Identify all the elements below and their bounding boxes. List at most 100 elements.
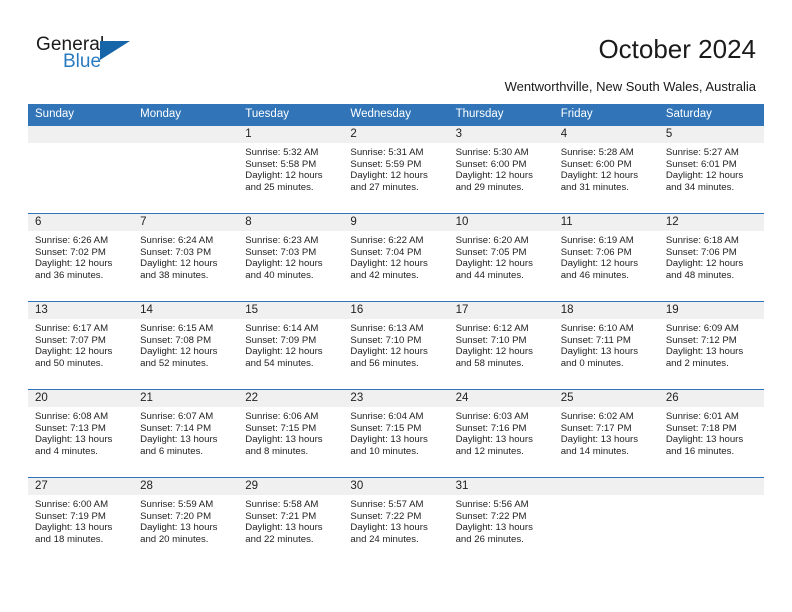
daylight-text-line1: Daylight: 12 hours [560,258,639,270]
sunset-text: Sunset: 7:05 PM [455,246,527,258]
day-details: Sunrise: 6:03 AM Sunset: 7:16 PM Dayligh… [449,407,554,457]
day-number: 2 [343,126,449,143]
calendar-day-cell[interactable]: 26 Sunrise: 6:01 AM Sunset: 7:18 PM Dayl… [658,390,764,477]
calendar-day-cell[interactable]: 19 Sunrise: 6:09 AM Sunset: 7:12 PM Dayl… [658,302,764,389]
calendar-day-cell[interactable]: 22 Sunrise: 6:06 AM Sunset: 7:15 PM Dayl… [238,390,344,477]
daylight-text-line2: and 36 minutes. [35,269,104,281]
day-details: Sunrise: 6:02 AM Sunset: 7:17 PM Dayligh… [554,407,659,457]
calendar-day-cell[interactable]: 25 Sunrise: 6:02 AM Sunset: 7:17 PM Dayl… [553,390,659,477]
day-number: 29 [238,478,344,495]
sunset-text: Sunset: 7:03 PM [140,246,212,258]
calendar-day-cell[interactable]: 16 Sunrise: 6:13 AM Sunset: 7:10 PM Dayl… [343,302,449,389]
calendar-grid: Sunday Monday Tuesday Wednesday Thursday… [28,104,764,565]
calendar-day-cell[interactable]: 20 Sunrise: 6:08 AM Sunset: 7:13 PM Dayl… [28,390,134,477]
sunset-text: Sunset: 7:16 PM [455,422,527,434]
day-number: 18 [553,302,659,319]
sunrise-text: Sunrise: 6:02 AM [560,411,634,422]
daylight-text-line2: and 31 minutes. [560,181,629,193]
calendar-day-cell[interactable]: 30 Sunrise: 5:57 AM Sunset: 7:22 PM Dayl… [343,478,449,565]
daylight-text-line1: Daylight: 12 hours [350,258,428,270]
day-details: Sunrise: 6:07 AM Sunset: 7:14 PM Dayligh… [133,407,238,457]
daylight-text-line2: and 48 minutes. [665,269,735,281]
calendar-day-cell[interactable]: 5 Sunrise: 5:27 AM Sunset: 6:01 PM Dayli… [658,126,764,213]
calendar-day-cell[interactable]: 9 Sunrise: 6:22 AM Sunset: 7:04 PM Dayli… [343,214,449,301]
weekday-header-monday: Monday [140,108,182,120]
sunset-text: Sunset: 7:20 PM [140,510,212,522]
calendar-day-cell[interactable] [133,126,239,213]
daylight-text-line1: Daylight: 13 hours [245,522,323,534]
calendar-day-cell[interactable]: 17 Sunrise: 6:12 AM Sunset: 7:10 PM Dayl… [448,302,554,389]
calendar-day-cell[interactable]: 18 Sunrise: 6:10 AM Sunset: 7:11 PM Dayl… [553,302,659,389]
calendar-day-cell[interactable]: 15 Sunrise: 6:14 AM Sunset: 7:09 PM Dayl… [238,302,344,389]
day-number: 3 [448,126,554,143]
daylight-text-line2: and 2 minutes. [665,357,729,369]
calendar-day-cell[interactable]: 24 Sunrise: 6:03 AM Sunset: 7:16 PM Dayl… [448,390,554,477]
calendar-day-cell[interactable]: 31 Sunrise: 5:56 AM Sunset: 7:22 PM Dayl… [448,478,554,565]
daylight-text-line1: Daylight: 13 hours [455,522,533,534]
calendar-week-row: 6 Sunrise: 6:26 AM Sunset: 7:02 PM Dayli… [28,213,764,301]
day-details: Sunrise: 5:56 AM Sunset: 7:22 PM Dayligh… [449,495,554,545]
daylight-text-line2: and 10 minutes. [350,445,419,457]
calendar-week-row: 20 Sunrise: 6:08 AM Sunset: 7:13 PM Dayl… [28,389,764,477]
day-details: Sunrise: 5:28 AM Sunset: 6:00 PM Dayligh… [554,143,659,193]
day-number: 16 [343,302,449,319]
day-details: Sunrise: 5:31 AM Sunset: 5:59 PM Dayligh… [343,143,448,193]
calendar-day-cell[interactable]: 29 Sunrise: 5:58 AM Sunset: 7:21 PM Dayl… [238,478,344,565]
calendar-day-cell[interactable]: 1 Sunrise: 5:32 AM Sunset: 5:58 PM Dayli… [238,126,344,213]
calendar-day-cell[interactable]: 10 Sunrise: 6:20 AM Sunset: 7:05 PM Dayl… [448,214,554,301]
sunrise-text: Sunrise: 6:15 AM [140,323,214,334]
sunrise-text: Sunrise: 6:17 AM [35,323,109,334]
calendar-day-cell[interactable]: 4 Sunrise: 5:28 AM Sunset: 6:00 PM Dayli… [553,126,659,213]
daylight-text-line1: Daylight: 13 hours [35,434,113,446]
day-number [553,478,659,495]
day-number: 6 [28,214,134,231]
day-number: 11 [553,214,659,231]
daylight-text-line2: and 52 minutes. [140,357,209,369]
calendar-day-cell[interactable]: 14 Sunrise: 6:15 AM Sunset: 7:08 PM Dayl… [133,302,239,389]
sunrise-text: Sunrise: 6:22 AM [350,235,424,246]
day-number: 5 [658,126,764,143]
calendar-day-cell[interactable]: 13 Sunrise: 6:17 AM Sunset: 7:07 PM Dayl… [28,302,134,389]
day-number: 13 [28,302,134,319]
brand-logo-blue-text: Blue [63,51,102,72]
day-details: Sunrise: 6:23 AM Sunset: 7:03 PM Dayligh… [238,231,343,281]
sunset-text: Sunset: 7:12 PM [665,334,737,346]
brand-logo[interactable]: General Blue [36,34,156,80]
sunrise-text: Sunrise: 6:26 AM [35,235,109,246]
day-details: Sunrise: 6:01 AM Sunset: 7:18 PM Dayligh… [659,407,764,457]
daylight-text-line1: Daylight: 13 hours [245,434,323,446]
weekday-header-thursday: Thursday [455,108,504,120]
daylight-text-line1: Daylight: 12 hours [140,258,218,270]
calendar-day-cell[interactable]: 21 Sunrise: 6:07 AM Sunset: 7:14 PM Dayl… [133,390,239,477]
page-subtitle-location: Wentworthville, New South Wales, Austral… [504,79,756,94]
day-details: Sunrise: 6:06 AM Sunset: 7:15 PM Dayligh… [238,407,343,457]
calendar-day-cell[interactable] [28,126,134,213]
calendar-day-cell[interactable]: 3 Sunrise: 5:30 AM Sunset: 6:00 PM Dayli… [448,126,554,213]
calendar-day-cell[interactable]: 27 Sunrise: 6:00 AM Sunset: 7:19 PM Dayl… [28,478,134,565]
calendar-day-cell[interactable]: 8 Sunrise: 6:23 AM Sunset: 7:03 PM Dayli… [238,214,344,301]
day-number [133,126,239,143]
calendar-day-cell[interactable]: 6 Sunrise: 6:26 AM Sunset: 7:02 PM Dayli… [28,214,134,301]
sunrise-text: Sunrise: 6:13 AM [350,323,424,334]
sunrise-text: Sunrise: 6:14 AM [245,323,319,334]
calendar-day-cell[interactable]: 12 Sunrise: 6:18 AM Sunset: 7:06 PM Dayl… [658,214,764,301]
calendar-day-cell[interactable] [553,478,659,565]
day-details: Sunrise: 5:27 AM Sunset: 6:01 PM Dayligh… [659,143,764,193]
calendar-day-cell[interactable]: 23 Sunrise: 6:04 AM Sunset: 7:15 PM Dayl… [343,390,449,477]
weekday-header-wednesday: Wednesday [350,108,411,120]
calendar-day-cell[interactable] [658,478,764,565]
day-details: Sunrise: 5:59 AM Sunset: 7:20 PM Dayligh… [133,495,238,545]
sunset-text: Sunset: 7:21 PM [245,510,317,522]
daylight-text-line1: Daylight: 12 hours [245,346,323,358]
calendar-day-cell[interactable]: 2 Sunrise: 5:31 AM Sunset: 5:59 PM Dayli… [343,126,449,213]
daylight-text-line2: and 58 minutes. [455,357,524,369]
day-number: 15 [238,302,344,319]
sunrise-text: Sunrise: 5:32 AM [245,147,319,158]
day-number: 24 [448,390,554,407]
calendar-day-cell[interactable]: 7 Sunrise: 6:24 AM Sunset: 7:03 PM Dayli… [133,214,239,301]
daylight-text-line2: and 38 minutes. [140,269,209,281]
calendar-day-cell[interactable]: 28 Sunrise: 5:59 AM Sunset: 7:20 PM Dayl… [133,478,239,565]
sunset-text: Sunset: 7:11 PM [560,334,631,346]
calendar-day-cell[interactable]: 11 Sunrise: 6:19 AM Sunset: 7:06 PM Dayl… [553,214,659,301]
daylight-text-line1: Daylight: 13 hours [560,346,639,358]
